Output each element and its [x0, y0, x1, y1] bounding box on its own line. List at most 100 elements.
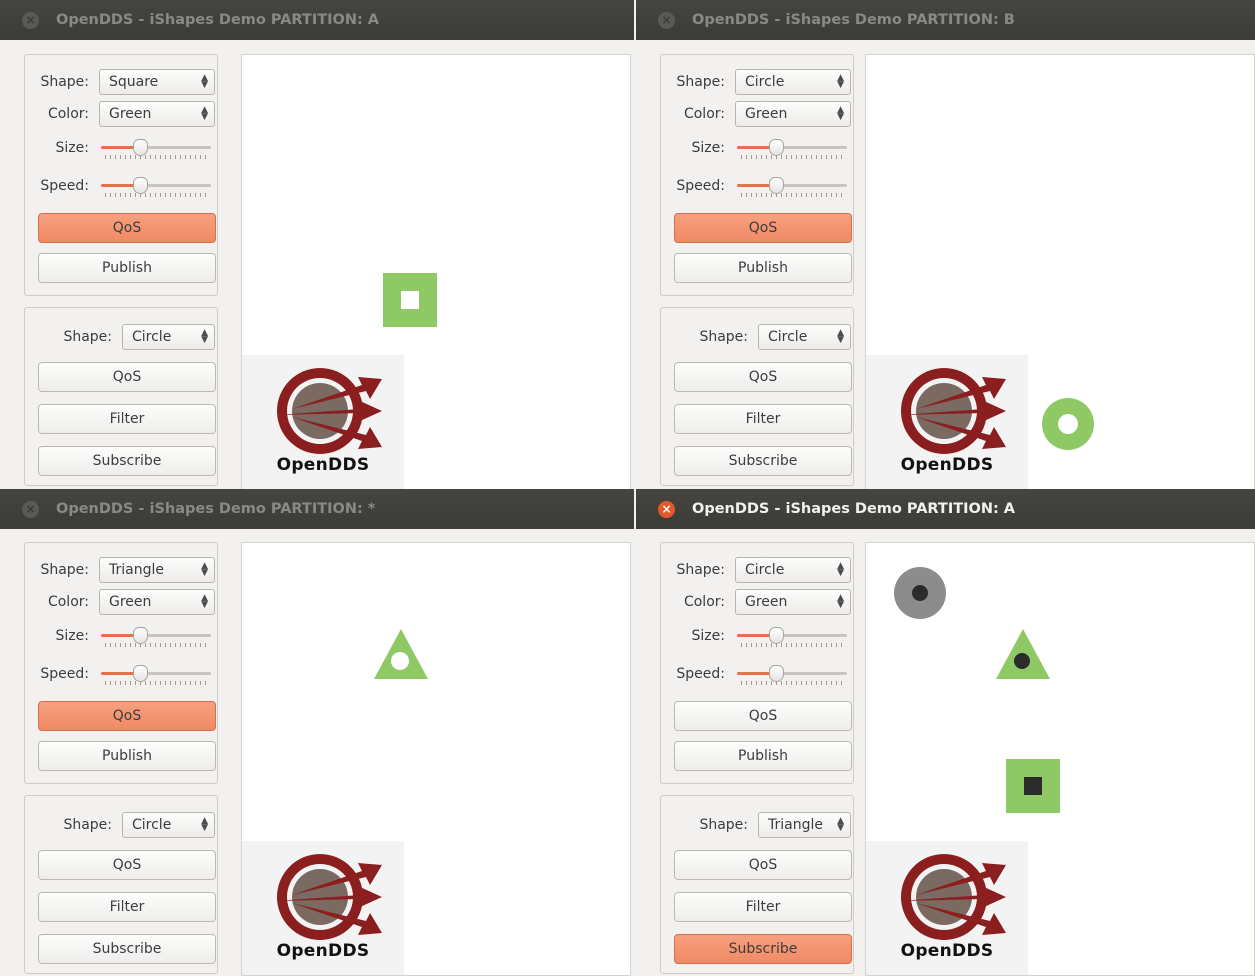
window-title: OpenDDS - iShapes Demo PARTITION: B [692, 12, 1015, 28]
filter-button[interactable]: Filter [38, 892, 216, 922]
window-title: OpenDDS - iShapes Demo PARTITION: A [56, 12, 380, 28]
filter-button[interactable]: Filter [38, 404, 216, 434]
subscriber-qos-button[interactable]: QoS [674, 850, 852, 880]
subscribe-shape-select[interactable]: Circle ▲ ▼ [758, 324, 851, 350]
spin-arrows-icon: ▲ ▼ [201, 105, 208, 122]
subscribe-button[interactable]: Subscribe [38, 446, 216, 476]
close-icon[interactable]: × [22, 500, 39, 518]
shape-select[interactable]: Triangle ▲ ▼ [99, 557, 215, 583]
size-slider[interactable] [99, 137, 213, 159]
publish-button[interactable]: Publish [674, 741, 852, 771]
subscribe-shape-value: Triangle [768, 817, 823, 833]
color-label: Color: [683, 106, 725, 122]
slider-handle[interactable] [768, 139, 784, 156]
publish-button[interactable]: Publish [38, 741, 216, 771]
opendds-trident-icon [276, 368, 382, 454]
slider-handle[interactable] [132, 627, 148, 644]
slider-handle[interactable] [132, 177, 148, 194]
shapes-canvas: OpenDDS [865, 54, 1255, 489]
opendds-trident-icon [276, 854, 382, 940]
titlebar[interactable]: × OpenDDS - iShapes Demo PARTITION: * [0, 489, 634, 529]
size-label: Size: [691, 140, 725, 156]
subscriber-qos-button[interactable]: QoS [38, 850, 216, 880]
titlebar[interactable]: × OpenDDS - iShapes Demo PARTITION: A [0, 0, 634, 40]
spin-arrows-icon: ▲ ▼ [201, 328, 208, 345]
subscribe-shape-value: Circle [768, 329, 808, 345]
close-icon[interactable]: × [658, 11, 675, 29]
ishapes-window-top-left: × OpenDDS - iShapes Demo PARTITION: A Sh… [0, 0, 634, 489]
green-circle-shape [1041, 397, 1095, 455]
close-icon[interactable]: × [22, 11, 39, 29]
subscribe-button[interactable]: Subscribe [674, 446, 852, 476]
color-select[interactable]: Green ▲ ▼ [735, 589, 851, 615]
slider-handle[interactable] [132, 665, 148, 682]
subscribe-shape-select[interactable]: Circle ▲ ▼ [122, 812, 215, 838]
subscribe-shape-select[interactable]: Triangle ▲ ▼ [758, 812, 851, 838]
shape-label: Shape: [63, 817, 112, 833]
shape-label: Shape: [676, 562, 725, 578]
spin-arrows-icon: ▲ ▼ [837, 816, 844, 833]
subscriber-qos-button[interactable]: QoS [674, 362, 852, 392]
qos-button[interactable]: QoS [674, 701, 852, 731]
publisher-panel: Shape: Square ▲ ▼ Color: Green ▲ ▼ Size: Spe… [24, 54, 218, 296]
subscriber-panel: Shape: Triangle ▲ ▼ QoS Filter Subscribe [660, 795, 854, 974]
shape-select-value: Circle [745, 562, 785, 578]
size-slider[interactable] [735, 625, 849, 647]
size-slider[interactable] [735, 137, 849, 159]
speed-slider[interactable] [735, 663, 849, 685]
titlebar[interactable]: × OpenDDS - iShapes Demo PARTITION: B [636, 0, 1255, 40]
publisher-panel: Shape: Circle ▲ ▼ Color: Green ▲ ▼ Size: Spe… [660, 542, 854, 784]
shape-label: Shape: [699, 329, 748, 345]
color-select[interactable]: Green ▲ ▼ [99, 589, 215, 615]
logo-text: OpenDDS [900, 455, 994, 475]
slider-handle[interactable] [768, 177, 784, 194]
shape-label: Shape: [63, 329, 112, 345]
spin-arrows-icon: ▲ ▼ [837, 328, 844, 345]
shapes-canvas: OpenDDS [241, 54, 631, 489]
publish-button[interactable]: Publish [674, 253, 852, 283]
speed-slider[interactable] [99, 175, 213, 197]
color-select[interactable]: Green ▲ ▼ [735, 101, 851, 127]
ishapes-window-bottom-right: × OpenDDS - iShapes Demo PARTITION: A Sh… [636, 489, 1255, 976]
opendds-logo: OpenDDS [866, 355, 1028, 489]
shape-select[interactable]: Circle ▲ ▼ [735, 557, 851, 583]
subscribe-shape-select[interactable]: Circle ▲ ▼ [122, 324, 215, 350]
filter-button[interactable]: Filter [674, 892, 852, 922]
shape-label: Shape: [40, 74, 89, 90]
subscribe-button[interactable]: Subscribe [674, 934, 852, 964]
ishapes-window-top-right: × OpenDDS - iShapes Demo PARTITION: B Sh… [636, 0, 1255, 489]
slider-handle[interactable] [768, 665, 784, 682]
size-slider[interactable] [99, 625, 213, 647]
subscriber-qos-button[interactable]: QoS [38, 362, 216, 392]
color-select-value: Green [109, 106, 152, 122]
logo-text: OpenDDS [276, 941, 370, 961]
color-select[interactable]: Green ▲ ▼ [99, 101, 215, 127]
qos-button[interactable]: QoS [674, 213, 852, 243]
spin-arrows-icon: ▲ ▼ [837, 73, 844, 90]
gray-circle-shape [893, 566, 947, 624]
publish-button[interactable]: Publish [38, 253, 216, 283]
filter-button[interactable]: Filter [674, 404, 852, 434]
spin-arrows-icon: ▲ ▼ [201, 593, 208, 610]
window-title: OpenDDS - iShapes Demo PARTITION: A [692, 501, 1016, 517]
qos-button[interactable]: QoS [38, 213, 216, 243]
color-label: Color: [47, 594, 89, 610]
speed-slider[interactable] [735, 175, 849, 197]
shape-select[interactable]: Circle ▲ ▼ [735, 69, 851, 95]
green-triangle-shape [996, 629, 1050, 683]
slider-handle[interactable] [768, 627, 784, 644]
shape-select-value: Triangle [109, 562, 164, 578]
opendds-trident-icon [900, 368, 1006, 454]
spin-arrows-icon: ▲ ▼ [201, 816, 208, 833]
window-title: OpenDDS - iShapes Demo PARTITION: * [56, 501, 376, 517]
speed-label: Speed: [40, 178, 89, 194]
titlebar[interactable]: × OpenDDS - iShapes Demo PARTITION: A [636, 489, 1255, 529]
publisher-panel: Shape: Triangle ▲ ▼ Color: Green ▲ ▼ Size: S… [24, 542, 218, 784]
close-icon[interactable]: × [658, 500, 675, 518]
subscribe-button[interactable]: Subscribe [38, 934, 216, 964]
shape-select[interactable]: Square ▲ ▼ [99, 69, 215, 95]
qos-button[interactable]: QoS [38, 701, 216, 731]
opendds-trident-icon [900, 854, 1006, 940]
slider-handle[interactable] [132, 139, 148, 156]
speed-slider[interactable] [99, 663, 213, 685]
